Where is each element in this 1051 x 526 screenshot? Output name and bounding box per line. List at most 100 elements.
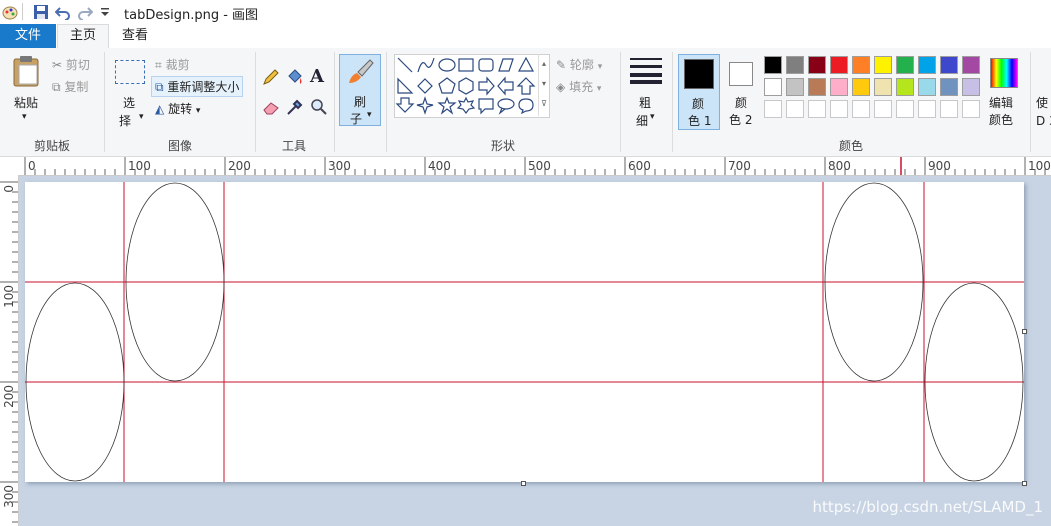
color1-button[interactable]: 颜 色 1: [678, 54, 720, 130]
ruler-label: 400: [428, 159, 451, 173]
fill-bucket-icon[interactable]: [286, 68, 304, 86]
palette-swatch[interactable]: [764, 78, 782, 96]
watermark-text: https://blog.csdn.net/SLAMD_1: [812, 498, 1043, 516]
clipboard-group-label: 剪贴板: [33, 139, 70, 153]
line-width-icon: [630, 58, 662, 84]
brush-icon: [349, 59, 374, 83]
brushes-button[interactable]: 刷 子 ▾: [339, 54, 381, 126]
pencil-icon[interactable]: [262, 68, 280, 86]
palette-swatch[interactable]: [918, 100, 936, 118]
redo-icon[interactable]: [77, 4, 93, 20]
tab-home[interactable]: 主页: [57, 24, 109, 50]
rotate-button[interactable]: ◭ 旋转 ▾: [155, 100, 200, 117]
palette-swatch[interactable]: [874, 78, 892, 96]
palette-swatch[interactable]: [786, 78, 804, 96]
tab-view[interactable]: 查看: [112, 24, 158, 48]
chevron-down-icon: ▾: [596, 84, 602, 94]
horizontal-ruler-ticks: 0 100 200 300 400 500 600 700 800 900 1000: [24, 157, 1051, 175]
palette-swatch[interactable]: [852, 56, 870, 74]
undo-icon[interactable]: [55, 4, 71, 20]
shapes-group: ▴ ▾ ⊽ ✎ 轮廓 ▾ ◈ 填充 ▾ 形状: [388, 48, 618, 156]
ruler-label: 700: [728, 159, 751, 173]
tab-file[interactable]: 文件: [0, 24, 56, 48]
palette-swatch[interactable]: [874, 100, 892, 118]
palette-swatch[interactable]: [808, 78, 826, 96]
crop-button[interactable]: ⌗ 裁剪: [155, 56, 190, 73]
palette-swatch[interactable]: [962, 78, 980, 96]
palette-swatch[interactable]: [874, 56, 892, 74]
palette-swatch[interactable]: [962, 56, 980, 74]
palette-swatch[interactable]: [852, 78, 870, 96]
resize-handle-bottom[interactable]: [521, 481, 526, 486]
palette-swatch[interactable]: [830, 100, 848, 118]
save-icon[interactable]: [33, 4, 49, 20]
drawing-canvas[interactable]: [25, 182, 1024, 482]
ruler-label: 300: [328, 159, 351, 173]
palette-swatch[interactable]: [896, 56, 914, 74]
palette-swatch[interactable]: [786, 100, 804, 118]
copy-label: 复制: [64, 80, 89, 94]
copy-button[interactable]: ⧉ 复制: [52, 78, 88, 95]
edit-colors-button[interactable]: 编辑 颜色: [986, 54, 1026, 130]
paste-label: 粘贴: [14, 96, 39, 110]
magnifier-icon[interactable]: [310, 98, 328, 116]
color2-button[interactable]: 颜 色 2: [724, 54, 758, 130]
image-group-label: 图像: [167, 139, 192, 153]
ruler-label: 300: [2, 485, 16, 508]
fill-button[interactable]: ◈ 填充 ▾: [556, 78, 601, 95]
palette-swatch[interactable]: [808, 56, 826, 74]
palette-swatch[interactable]: [808, 100, 826, 118]
image-group: 选 择 ▾ ⌗ 裁剪 ⧉ 重新调整大小 ◭ 旋转 ▾ 图像: [105, 48, 255, 156]
palette-swatch[interactable]: [940, 78, 958, 96]
size-label-2: 细: [636, 114, 649, 128]
color2-label-2: 色 2: [729, 113, 753, 127]
outline-button[interactable]: ✎ 轮廓 ▾: [556, 56, 602, 73]
resize-handle-right[interactable]: [1022, 329, 1027, 334]
palette-swatch[interactable]: [940, 56, 958, 74]
select-button[interactable]: 选 择 ▾: [111, 52, 149, 130]
color-picker-icon[interactable]: [286, 98, 304, 116]
chevron-down-icon: ▾: [650, 112, 655, 122]
paint3d-label-2: D 3: [1036, 114, 1051, 128]
eraser-icon[interactable]: [262, 98, 280, 116]
paint3d-label-1: 使: [1036, 96, 1049, 110]
vertical-ruler-ticks: 0 100 200 300: [0, 181, 18, 523]
paste-button[interactable]: 粘贴 ▾: [6, 52, 46, 130]
color1-label-2: 色 1: [688, 114, 712, 128]
divider: [620, 52, 621, 152]
color1-label-1: 颜: [692, 97, 705, 111]
palette-swatch[interactable]: [896, 78, 914, 96]
palette-swatch[interactable]: [830, 56, 848, 74]
palette-swatch[interactable]: [764, 56, 782, 74]
select-icon: [115, 60, 145, 84]
palette-swatch[interactable]: [918, 56, 936, 74]
size-button[interactable]: 粗 细 ▾: [624, 52, 668, 130]
resize-handle-corner[interactable]: [1022, 481, 1027, 486]
palette-swatch[interactable]: [764, 100, 782, 118]
palette-swatch[interactable]: [896, 100, 914, 118]
resize-button[interactable]: ⧉ 重新调整大小: [151, 76, 244, 97]
chevron-down-icon: ▾: [22, 112, 27, 122]
palette-swatch[interactable]: [786, 56, 804, 74]
title-bar: tabDesign.png - 画图: [0, 0, 1051, 24]
palette-swatch[interactable]: [830, 78, 848, 96]
vertical-ruler: 0 100 200 300: [0, 175, 19, 526]
shapes-scroll[interactable]: ▴ ▾ ⊽: [538, 54, 549, 116]
divider: [1030, 52, 1031, 152]
palette-swatch[interactable]: [918, 78, 936, 96]
paint-app-icon[interactable]: [2, 4, 18, 20]
customize-quick-access-icon[interactable]: [97, 4, 113, 20]
divider: [386, 52, 387, 152]
fill-label: 填充: [569, 80, 594, 94]
ribbon: 粘贴 ▾ ✂ 剪切 ⧉ 复制 剪贴板 选 择 ▾ ⌗ 裁剪 ⧉ 重新调整大小 ◭…: [0, 48, 1051, 157]
crop-icon: ⌗: [155, 58, 162, 72]
palette-swatch[interactable]: [940, 100, 958, 118]
text-tool-icon[interactable]: A: [310, 66, 324, 87]
paint3d-button[interactable]: 使 D 3: [1036, 94, 1051, 128]
ruler-label: 100: [2, 285, 16, 308]
color2-swatch: [729, 62, 753, 86]
cut-button[interactable]: ✂ 剪切: [52, 56, 90, 73]
palette-swatch[interactable]: [962, 100, 980, 118]
shapes-gallery[interactable]: [394, 54, 550, 118]
palette-swatch[interactable]: [852, 100, 870, 118]
